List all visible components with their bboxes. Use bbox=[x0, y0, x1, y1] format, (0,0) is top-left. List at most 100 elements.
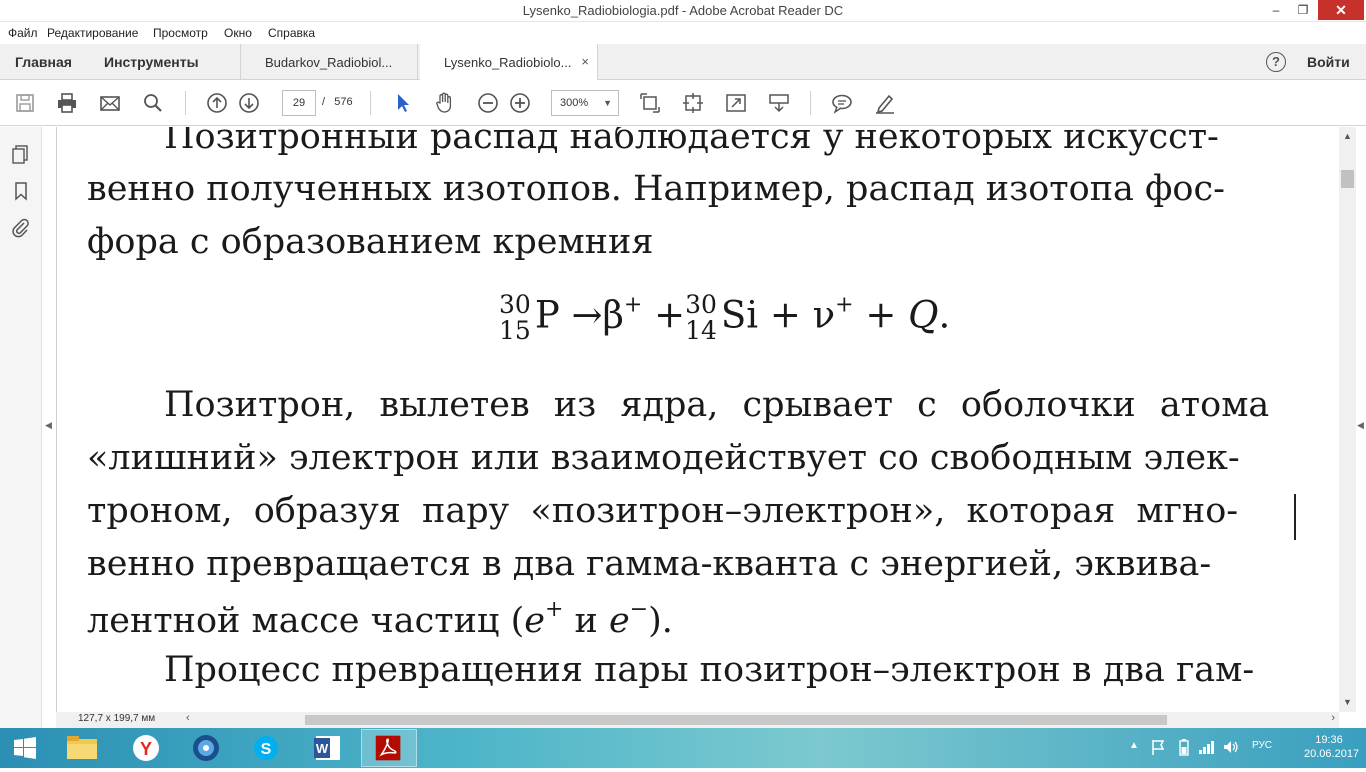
svg-text:S: S bbox=[261, 741, 272, 758]
vertical-scrollbar[interactable]: ▲ ▼ bbox=[1339, 127, 1356, 712]
hand-tool-icon[interactable] bbox=[432, 91, 456, 115]
scroll-thumb[interactable] bbox=[305, 715, 1167, 725]
plus-sign: + bbox=[865, 293, 897, 337]
start-button[interactable] bbox=[0, 729, 50, 767]
text-line: венно превращается в два гамма-кванта с … bbox=[87, 544, 1212, 584]
text-cursor bbox=[1294, 494, 1296, 540]
page-thumbnails-icon[interactable] bbox=[10, 143, 32, 165]
menu-window[interactable]: Окно bbox=[224, 26, 252, 40]
attachment-icon[interactable] bbox=[10, 217, 32, 239]
text-line: Позитронный распад наблюдается у некотор… bbox=[164, 127, 1219, 157]
toolbar-divider bbox=[370, 91, 371, 115]
menu-help[interactable]: Справка bbox=[268, 26, 315, 40]
atomic-number: 15 bbox=[499, 316, 531, 345]
menu-file[interactable]: Файл bbox=[8, 26, 38, 40]
minimize-button[interactable]: – bbox=[1263, 0, 1289, 20]
superscript: + bbox=[544, 597, 564, 622]
page-size-label: 127,7 x 199,7 мм bbox=[78, 713, 156, 724]
collapse-left-panel-icon[interactable]: ◀ bbox=[45, 420, 52, 431]
text-line: Процесс превращения пары позитрон–электр… bbox=[164, 650, 1255, 690]
expand-right-panel-icon[interactable]: ◀ bbox=[1357, 420, 1364, 431]
doc-tab-label: Lysenko_Radiobiolo... bbox=[444, 55, 572, 70]
search-icon[interactable] bbox=[141, 91, 165, 115]
highlight-pen-icon[interactable] bbox=[873, 91, 897, 115]
zoom-in-icon[interactable] bbox=[508, 91, 532, 115]
print-icon[interactable] bbox=[55, 91, 79, 115]
language-indicator[interactable]: РУС bbox=[1252, 740, 1272, 751]
mail-icon[interactable] bbox=[98, 91, 122, 115]
zoom-select[interactable]: 300% ▼ bbox=[551, 90, 619, 116]
comment-icon[interactable] bbox=[830, 91, 854, 115]
text-line: венно полученных изотопов. Например, рас… bbox=[87, 169, 1225, 209]
menu-bar: Файл Редактирование Просмотр Окно Справк… bbox=[0, 22, 1366, 44]
scroll-mode-icon[interactable] bbox=[767, 91, 791, 115]
nuclide-phosphorus: 30 15 bbox=[499, 292, 531, 344]
toolbar-divider bbox=[185, 91, 186, 115]
text-line: лентной массе частиц (e+ и e−). bbox=[87, 597, 673, 641]
tab-home[interactable]: Главная bbox=[15, 54, 72, 70]
doc-tab-budarkov[interactable]: Budarkov_Radiobiol... bbox=[240, 44, 418, 80]
fit-page-icon[interactable] bbox=[638, 91, 662, 115]
select-cursor-icon[interactable] bbox=[391, 91, 415, 115]
scroll-up-icon[interactable]: ▲ bbox=[1343, 131, 1352, 141]
action-center-flag-icon[interactable] bbox=[1150, 738, 1166, 756]
scroll-thumb[interactable] bbox=[1341, 170, 1354, 188]
superscript: + bbox=[623, 292, 643, 318]
menu-edit[interactable]: Редактирование bbox=[47, 26, 138, 40]
prev-page-icon[interactable] bbox=[205, 91, 229, 115]
yandex-browser-icon[interactable]: Y bbox=[118, 729, 174, 767]
file-explorer-icon[interactable] bbox=[54, 729, 110, 767]
page-separator: / bbox=[322, 96, 326, 108]
mass-number: 30 bbox=[499, 290, 531, 319]
network-signal-icon[interactable] bbox=[1198, 739, 1216, 755]
text-line: «лишний» электрон или взаимодействует со… bbox=[87, 438, 1240, 478]
scroll-down-icon[interactable]: ▼ bbox=[1343, 697, 1352, 707]
paren: ( bbox=[510, 601, 525, 641]
superscript: − bbox=[629, 597, 649, 622]
toolbar-divider bbox=[810, 91, 811, 115]
scroll-left-icon[interactable]: ‹ bbox=[186, 712, 190, 724]
media-player-icon[interactable] bbox=[178, 729, 234, 767]
horizontal-scrollbar[interactable]: ‹ › bbox=[186, 712, 1339, 728]
particle-pair: (e+ и e−). bbox=[510, 597, 673, 641]
close-button[interactable]: ✕ bbox=[1318, 0, 1364, 20]
bookmark-icon[interactable] bbox=[10, 180, 32, 202]
tray-expand-icon[interactable]: ▲ bbox=[1129, 740, 1139, 751]
clock[interactable]: 19:36 20.06.2017 bbox=[1304, 733, 1360, 761]
volume-icon[interactable] bbox=[1222, 739, 1240, 755]
maximize-button[interactable]: ❐ bbox=[1290, 0, 1316, 20]
text-line: троном, образуя пару «позитрон–электрон»… bbox=[87, 491, 1239, 531]
tab-tools[interactable]: Инструменты bbox=[104, 54, 199, 70]
energy-symbol: Q bbox=[908, 293, 939, 337]
beta-symbol: β bbox=[602, 293, 624, 337]
zoom-out-icon[interactable] bbox=[476, 91, 500, 115]
reaction-arrow: → bbox=[571, 293, 603, 337]
help-icon[interactable]: ? bbox=[1266, 52, 1286, 72]
fullscreen-icon[interactable] bbox=[724, 91, 748, 115]
scroll-right-icon[interactable]: › bbox=[1331, 712, 1335, 724]
left-nav-panel bbox=[0, 127, 42, 728]
doc-tab-lysenko[interactable]: Lysenko_Radiobiolo... × bbox=[420, 44, 598, 81]
menu-view[interactable]: Просмотр bbox=[153, 26, 208, 40]
paren: ). bbox=[648, 601, 673, 641]
next-page-icon[interactable] bbox=[237, 91, 261, 115]
clock-time: 19:36 bbox=[1315, 734, 1343, 746]
tab-close-icon[interactable]: × bbox=[581, 54, 589, 69]
document-viewport[interactable]: Позитронный распад наблюдается у некотор… bbox=[56, 127, 1339, 712]
acrobat-reader-icon[interactable] bbox=[361, 729, 417, 767]
svg-text:Y: Y bbox=[140, 739, 152, 759]
skype-icon[interactable]: S bbox=[238, 729, 294, 767]
neutrino-symbol: ν bbox=[812, 293, 836, 337]
word-icon[interactable]: W bbox=[300, 729, 356, 767]
save-icon[interactable] bbox=[13, 91, 37, 115]
conjunction: и bbox=[563, 601, 609, 641]
battery-icon[interactable] bbox=[1178, 738, 1190, 756]
clock-date: 20.06.2017 bbox=[1304, 748, 1360, 760]
signin-button[interactable]: Войти bbox=[1307, 54, 1350, 70]
text-line: Позитрон, вылетев из ядра, срывает с обо… bbox=[164, 385, 1270, 425]
page-number-input[interactable]: 29 bbox=[282, 90, 316, 116]
title-bar: Lysenko_Radiobiologia.pdf - Adobe Acroba… bbox=[0, 0, 1366, 22]
atomic-number: 14 bbox=[685, 316, 717, 345]
page-total: / 576 bbox=[322, 96, 353, 108]
rotate-view-icon[interactable] bbox=[681, 91, 705, 115]
